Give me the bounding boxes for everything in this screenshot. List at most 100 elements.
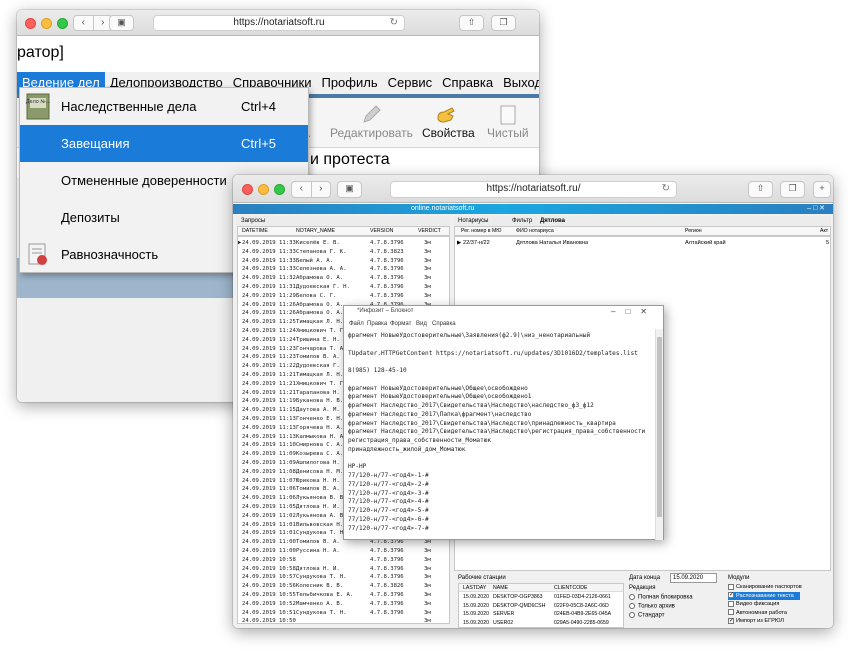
table-cell: 24.09.2019 11:33 <box>242 240 296 246</box>
table-cell: 022F9-05C8-2A6C-06D <box>554 602 609 609</box>
table-cell: Лукьянова А. В. <box>296 512 347 519</box>
notepad-window: *Инфозит – Блокнот –□✕ Файл Правка Форма… <box>343 305 664 540</box>
notepad-scrollbar[interactable] <box>655 329 663 540</box>
text-line: 77/120-н/77-<год4>-6-# <box>348 515 429 523</box>
back-forward-buttons[interactable]: ‹ › <box>73 15 113 31</box>
col-notary-name[interactable]: NOTARY_NAME <box>296 227 335 235</box>
table-cell: 24.09.2019 11:13 <box>242 433 296 440</box>
back-forward-buttons[interactable]: ‹ › <box>291 181 331 198</box>
col-clientcode[interactable]: CLIENTCODE <box>554 584 587 592</box>
maximize-icon[interactable] <box>57 18 68 29</box>
filter-value[interactable]: Дятлова <box>540 216 565 226</box>
module-checkbox[interactable]: ✓ Импорт из ЕГРЮЛ <box>728 617 784 625</box>
table-cell: Дятлова Н. И. <box>296 504 340 510</box>
minimize-icon[interactable] <box>41 18 52 29</box>
table-cell: 4.7.8.3796 <box>370 275 404 282</box>
col-version[interactable]: VERSION <box>370 227 393 235</box>
new-tab-icon[interactable]: + <box>813 181 831 198</box>
module-checkbox[interactable]: ✓ Распознавание текста <box>728 591 800 600</box>
requests-title: Запросы <box>241 218 266 224</box>
edition-radio-archive[interactable]: Только архив <box>629 603 675 610</box>
table-cell: Киселёв Е. В. <box>296 240 340 246</box>
menu-item-label: Равнозначность <box>61 247 159 262</box>
clean-button[interactable]: Чистый <box>487 126 529 140</box>
notepad-menu-view[interactable]: Вид <box>416 319 427 329</box>
notepad-menu-file[interactable]: Файл <box>349 319 364 329</box>
close-icon[interactable] <box>242 184 253 195</box>
end-date-field[interactable]: 15.09.2020 <box>670 573 717 583</box>
browser-window-front: ‹ › ▣ https://notariatsoft.ru/ ↻ ⇧ ❐ + on… <box>233 175 833 628</box>
table-row[interactable]: 15.09.2020 SERVER 024EB-04B9-2E65-045A <box>459 610 623 618</box>
col-region[interactable]: Регион <box>685 227 702 235</box>
cell-reg-number: 22/37-н/22 <box>463 240 490 246</box>
table-cell: Гончарова Т. А. <box>296 345 347 352</box>
tabs-icon[interactable]: ❐ <box>491 15 516 31</box>
table-cell: 4.7.8.3796 <box>370 574 404 581</box>
minimize-icon[interactable] <box>258 184 269 195</box>
table-cell: 24.09.2019 11:25 <box>242 319 296 326</box>
table-cell: Абрамова О. А. <box>296 310 344 317</box>
text-line: 77/120-н/77-<год4>-1-# <box>348 472 429 479</box>
table-cell: 24.09.2019 10:57 <box>242 574 296 581</box>
col-fio[interactable]: ФИО нотариуса <box>516 227 554 235</box>
chevron-left-icon[interactable]: ‹ <box>74 16 94 30</box>
table-cell: SERVER <box>493 611 515 617</box>
table-cell: Зм <box>424 292 431 299</box>
address-bar[interactable]: https://notariatsoft.ru ↻ <box>153 15 405 31</box>
menu-item-inheritance[interactable]: Дело №... Наследственные дела Ctrl+4 <box>20 88 308 125</box>
col-act[interactable]: Акт <box>820 227 828 235</box>
table-cell: 24.09.2019 11:24 <box>242 336 296 343</box>
tabs-icon[interactable]: ❐ <box>780 181 805 198</box>
edition-radio-standard[interactable]: Стандарт <box>629 612 664 619</box>
close-icon[interactable] <box>25 18 36 29</box>
reload-icon[interactable]: ↻ <box>390 16 398 30</box>
col-name[interactable]: NAME <box>493 584 508 592</box>
share-icon[interactable]: ⇧ <box>459 15 484 31</box>
workstations-title: Рабочие станции <box>458 575 506 581</box>
sidebar-icon[interactable]: ▣ <box>109 15 134 31</box>
app-window-controls[interactable]: – □ ✕ <box>807 204 825 214</box>
share-icon[interactable]: ⇧ <box>748 181 773 198</box>
notepad-text-area[interactable]: фрагмент НовыеУдостоверительные\Заявлени… <box>348 332 653 537</box>
menu-profile[interactable]: Профиль <box>316 72 382 94</box>
module-checkbox[interactable]: Автономная работа <box>728 609 787 617</box>
checkbox-checked-icon: ✓ <box>728 617 735 624</box>
notepad-titlebar: *Инфозит – Блокнот –□✕ <box>344 306 663 319</box>
window-controls <box>242 184 285 195</box>
table-cell: 24.09.2019 10:51 <box>242 609 296 616</box>
sidebar-icon[interactable]: ▣ <box>337 181 362 198</box>
notepad-menu-format[interactable]: Формат <box>390 319 411 329</box>
table-row[interactable]: 15.09.2020 DESKTOP-OGP3863 01FED-03D4-2126… <box>459 593 623 601</box>
scrollbar-thumb[interactable] <box>657 337 662 517</box>
edit-button[interactable]: Редактировать <box>330 126 413 140</box>
notepad-menubar: Файл Правка Формат Вид Справка <box>344 319 663 329</box>
notepad-menu-help[interactable]: Справка <box>432 319 456 329</box>
maximize-icon[interactable] <box>274 184 285 195</box>
module-checkbox[interactable]: Видео фиксация <box>728 600 779 608</box>
notepad-window-controls[interactable]: –□✕ <box>611 307 657 316</box>
address-bar[interactable]: https://notariatsoft.ru/ ↻ <box>390 181 677 198</box>
col-verdict[interactable]: VERDICT <box>418 227 441 235</box>
menu-help[interactable]: Справка <box>437 72 498 94</box>
notepad-menu-edit[interactable]: Правка <box>367 319 387 329</box>
safari-toolbar: ‹ › ▣ https://notariatsoft.ru/ ↻ ⇧ ❐ + <box>233 175 833 203</box>
edition-radio-full-block[interactable]: Полная блокировка <box>629 594 693 601</box>
module-checkbox[interactable]: Сканирование паспортов <box>728 583 802 591</box>
table-cell: Сундукова Т. Н. <box>296 530 347 537</box>
menu-exit[interactable]: Выход <box>498 72 539 94</box>
reload-icon[interactable]: ↻ <box>662 182 670 196</box>
menu-service[interactable]: Сервис <box>383 72 438 94</box>
menu-item-wills[interactable]: Завещания Ctrl+5 <box>20 125 308 162</box>
chevron-right-icon[interactable]: › <box>312 182 331 197</box>
text-line: 77/120-н/77-<год4>-2-# <box>348 480 429 488</box>
text-line: 77/120-н/77-<год4>-3-# <box>348 489 429 497</box>
table-row[interactable]: 15.09.2020 USER02 029A5-0490-2285-0659 <box>459 619 623 627</box>
chevron-left-icon[interactable]: ‹ <box>292 182 312 197</box>
properties-button[interactable]: Свойства <box>422 126 475 140</box>
table-row[interactable]: 15.09.2020 DESKTOP-QMD6CSH 022F9-05C8-2A6C… <box>459 602 623 610</box>
col-lastday[interactable]: LASTDAY <box>463 584 486 592</box>
table-cell: 24.09.2019 10:50 <box>242 618 296 624</box>
col-reg-number[interactable]: Рег. номер в МЮ <box>461 227 502 235</box>
table-cell: Колесник В. В. <box>296 583 344 590</box>
col-datetime[interactable]: DATETIME <box>242 227 268 235</box>
